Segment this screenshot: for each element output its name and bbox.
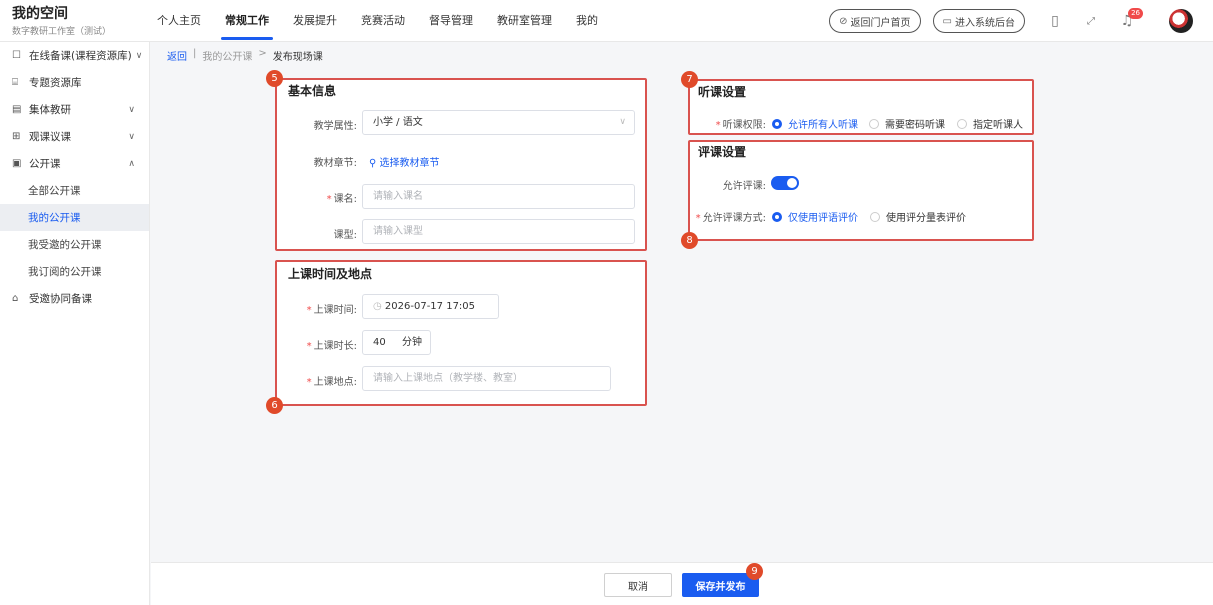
sidebar-sub-all-open[interactable]: 全部公开课 <box>0 177 149 204</box>
sidebar-item-label: 集体教研 <box>29 104 71 116</box>
app-subtitle: 数字教研工作室（测试） <box>12 27 112 37</box>
sidebar-sub-subscribed-open[interactable]: 我订阅的公开课 <box>0 258 149 285</box>
marker-7: 7 <box>681 71 698 88</box>
chevron-up-icon: ∧ <box>128 158 135 169</box>
monitor-icon: ▭ <box>942 15 952 27</box>
main-nav: 个人主页 常规工作 发展提升 竞赛活动 督导管理 教研室管理 我的 <box>145 0 610 42</box>
breadcrumb-parent[interactable]: 我的公开课 <box>202 48 252 63</box>
marker-8: 8 <box>681 232 698 249</box>
document-icon: ▤ <box>12 104 22 115</box>
sidebar: ☐ 在线备课(课程资源库) ∨ ⌸ 专题资源库 ▤ 集体教研 ∨ ⊞ 观课议课 … <box>0 42 150 605</box>
admin-backend-button[interactable]: ▭ 进入系统后台 <box>932 9 1025 33</box>
fullscreen-icon[interactable]: ⤢ <box>1081 11 1101 31</box>
sidebar-item-label: 观课议课 <box>29 131 71 143</box>
nav-routine-work[interactable]: 常规工作 <box>213 0 281 42</box>
sidebar-item-topic-library[interactable]: ⌸ 专题资源库 <box>0 69 149 96</box>
back-link[interactable]: 返回 <box>167 48 187 63</box>
brand: 我的空间 数字教研工作室（测试） <box>12 6 111 37</box>
notification-badge: 26 <box>1128 8 1143 19</box>
observe-icon: ⊞ <box>12 131 21 142</box>
nav-mine[interactable]: 我的 <box>564 0 610 42</box>
sidebar-item-label: 公开课 <box>29 158 61 170</box>
breadcrumb-current: 发布现场课 <box>272 52 323 63</box>
sidebar-item-label: 在线备课(课程资源库) <box>29 50 132 62</box>
highlight-box-review <box>688 140 1034 241</box>
breadcrumb-separator: | <box>193 48 197 59</box>
portal-home-button[interactable]: ⊘ 返回门户首页 <box>829 9 921 33</box>
marker-5: 5 <box>266 70 283 87</box>
sidebar-item-coop-prep[interactable]: ⌂ 受邀协同备课 <box>0 285 149 312</box>
library-icon: ⌸ <box>12 77 18 88</box>
breadcrumb: 返回 | 我的公开课 > 发布现场课 <box>167 48 329 63</box>
nav-competition[interactable]: 竞赛活动 <box>349 0 417 42</box>
chevron-down-icon: ∨ <box>128 104 135 115</box>
portal-home-label: 返回门户首页 <box>850 17 911 29</box>
nav-development[interactable]: 发展提升 <box>281 0 349 42</box>
compass-icon: ⊘ <box>839 15 848 27</box>
marker-6: 6 <box>266 397 283 414</box>
sidebar-item-label: 专题资源库 <box>29 77 82 89</box>
sidebar-item-label: 受邀协同备课 <box>29 293 92 305</box>
mobile-icon[interactable]: ▯ <box>1045 11 1065 31</box>
sidebar-item-group-research[interactable]: ▤ 集体教研 ∨ <box>0 96 149 123</box>
nav-home[interactable]: 个人主页 <box>145 0 213 42</box>
footer-bar: 取消 保存并发布 <box>151 562 1213 605</box>
admin-backend-label: 进入系统后台 <box>955 17 1015 29</box>
sidebar-sub-my-open[interactable]: 我的公开课 <box>0 204 149 231</box>
avatar[interactable] <box>1169 9 1193 33</box>
breadcrumb-arrow: > <box>258 48 267 59</box>
nav-research-office[interactable]: 教研室管理 <box>485 0 564 42</box>
highlight-box-listen <box>688 79 1034 135</box>
sidebar-item-online-prep[interactable]: ☐ 在线备课(课程资源库) ∨ <box>0 42 149 69</box>
sidebar-item-observe-review[interactable]: ⊞ 观课议课 ∨ <box>0 123 149 150</box>
chevron-down-icon: ∨ <box>128 131 135 142</box>
book-icon: ☐ <box>12 50 21 61</box>
bell-icon[interactable]: ♫ 26 <box>1117 8 1143 31</box>
sidebar-sub-invited-open[interactable]: 我受邀的公开课 <box>0 231 149 258</box>
header-actions: ⊘ 返回门户首页 ▭ 进入系统后台 ▯ ⤢ ♫ 26 <box>829 8 1193 34</box>
chevron-down-icon: ∨ <box>135 50 143 61</box>
highlight-box-basic <box>275 78 647 251</box>
highlight-box-schedule <box>275 260 647 406</box>
sidebar-item-open-class[interactable]: ▣ 公开课 ∧ <box>0 150 149 177</box>
top-header: 我的空间 数字教研工作室（测试） 个人主页 常规工作 发展提升 竞赛活动 督导管… <box>0 0 1213 42</box>
nav-supervision[interactable]: 督导管理 <box>417 0 485 42</box>
cancel-button[interactable]: 取消 <box>604 573 672 597</box>
app-title: 我的空间 <box>12 6 68 22</box>
group-icon: ⌂ <box>12 293 19 304</box>
marker-9: 9 <box>746 563 763 580</box>
presentation-icon: ▣ <box>12 158 22 169</box>
